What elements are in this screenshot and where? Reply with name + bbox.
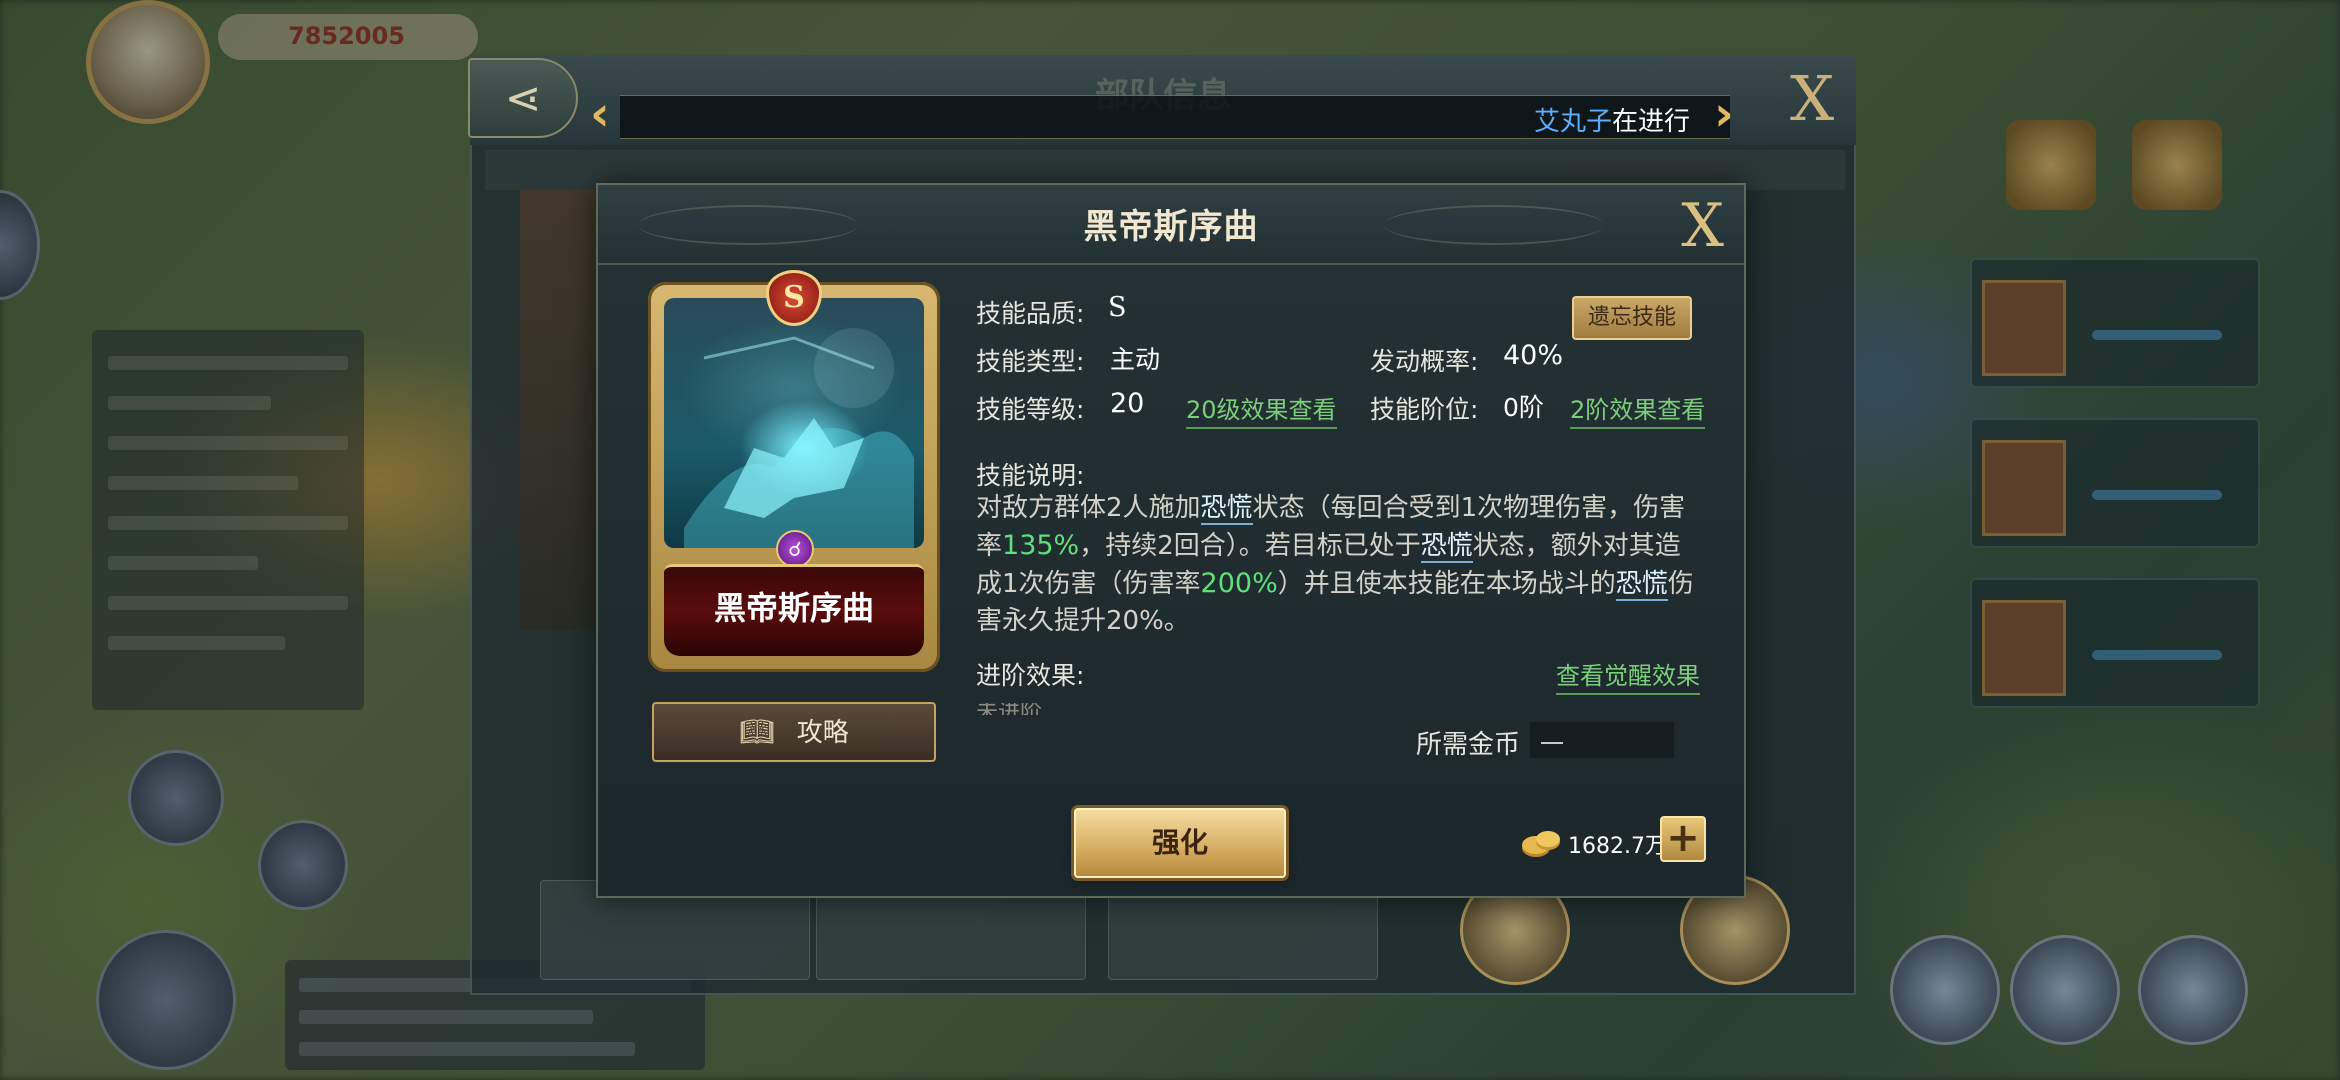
marquee-player-name: 艾丸子 xyxy=(1533,107,1612,137)
level-value: 20 xyxy=(1110,388,1145,419)
modal-title: 黑帝斯序曲 xyxy=(1083,207,1259,247)
quality-value: S xyxy=(1108,292,1127,323)
chance-value: 40% xyxy=(1503,340,1564,371)
gold-balance: 1682.7万 xyxy=(1568,834,1667,859)
share-button[interactable]: ⋖ xyxy=(468,58,578,138)
panic-keyword[interactable]: 恐慌 xyxy=(1200,493,1253,525)
gold-coin-icon xyxy=(1522,831,1560,857)
stage-value: 0阶 xyxy=(1503,393,1544,422)
skill-card: S ☌ 黑帝斯序曲 xyxy=(648,270,940,672)
required-gold-label: 所需金币 xyxy=(1416,730,1521,760)
advance-effect-text: 未进阶 xyxy=(976,703,1116,715)
skill-description: 对敌方群体2人施加恐慌状态（每回合受到1次物理伤害，伤害率135%，持续2回合）… xyxy=(976,493,1694,636)
close-icon[interactable]: X xyxy=(1681,191,1724,261)
panic-keyword[interactable]: 恐慌 xyxy=(1615,569,1668,601)
skill-artwork xyxy=(664,298,924,548)
active-skill-emblem-icon: ☌ xyxy=(776,530,814,568)
awaken-effect-link[interactable]: 查看觉醒效果 xyxy=(1556,656,1700,695)
add-gold-button[interactable]: + xyxy=(1660,816,1706,862)
modal-header: 黑帝斯序曲 X xyxy=(598,185,1744,265)
book-icon: 📖︎ xyxy=(739,715,775,748)
level-effect-link[interactable]: 20级效果查看 xyxy=(1186,390,1337,429)
type-value: 主动 xyxy=(1110,345,1161,374)
marquee-right-arrow-icon: › xyxy=(1714,86,1734,142)
quality-label: 技能品质: xyxy=(976,299,1085,328)
stage-effect-link[interactable]: 2阶效果查看 xyxy=(1570,390,1706,429)
strategy-button[interactable]: 📖︎ 攻略 xyxy=(652,702,936,762)
stage-label: 技能阶位: xyxy=(1370,395,1479,424)
strategy-label: 攻略 xyxy=(796,718,849,748)
broadcast-marquee: 艾丸子在进行 xyxy=(620,95,1730,139)
chance-label: 发动概率: xyxy=(1370,347,1479,376)
marquee-message: 在进行 xyxy=(1611,107,1690,137)
type-label: 技能类型: xyxy=(976,347,1085,376)
marquee-left-arrow-icon: ‹ xyxy=(590,86,610,142)
advance-effect-label: 进阶效果: xyxy=(976,661,1085,690)
panic-keyword[interactable]: 恐慌 xyxy=(1420,531,1473,563)
forget-skill-button[interactable]: 遗忘技能 xyxy=(1572,296,1692,340)
level-label: 技能等级: xyxy=(976,395,1085,424)
skill-card-name: 黑帝斯序曲 xyxy=(664,564,924,656)
required-gold-value: 一 xyxy=(1530,722,1674,758)
share-icon: ⋖ xyxy=(504,72,542,124)
description-label: 技能说明: xyxy=(976,461,1085,490)
enhance-button[interactable]: 强化 xyxy=(1074,808,1286,878)
team-info-close-button[interactable]: X xyxy=(1790,62,1834,135)
